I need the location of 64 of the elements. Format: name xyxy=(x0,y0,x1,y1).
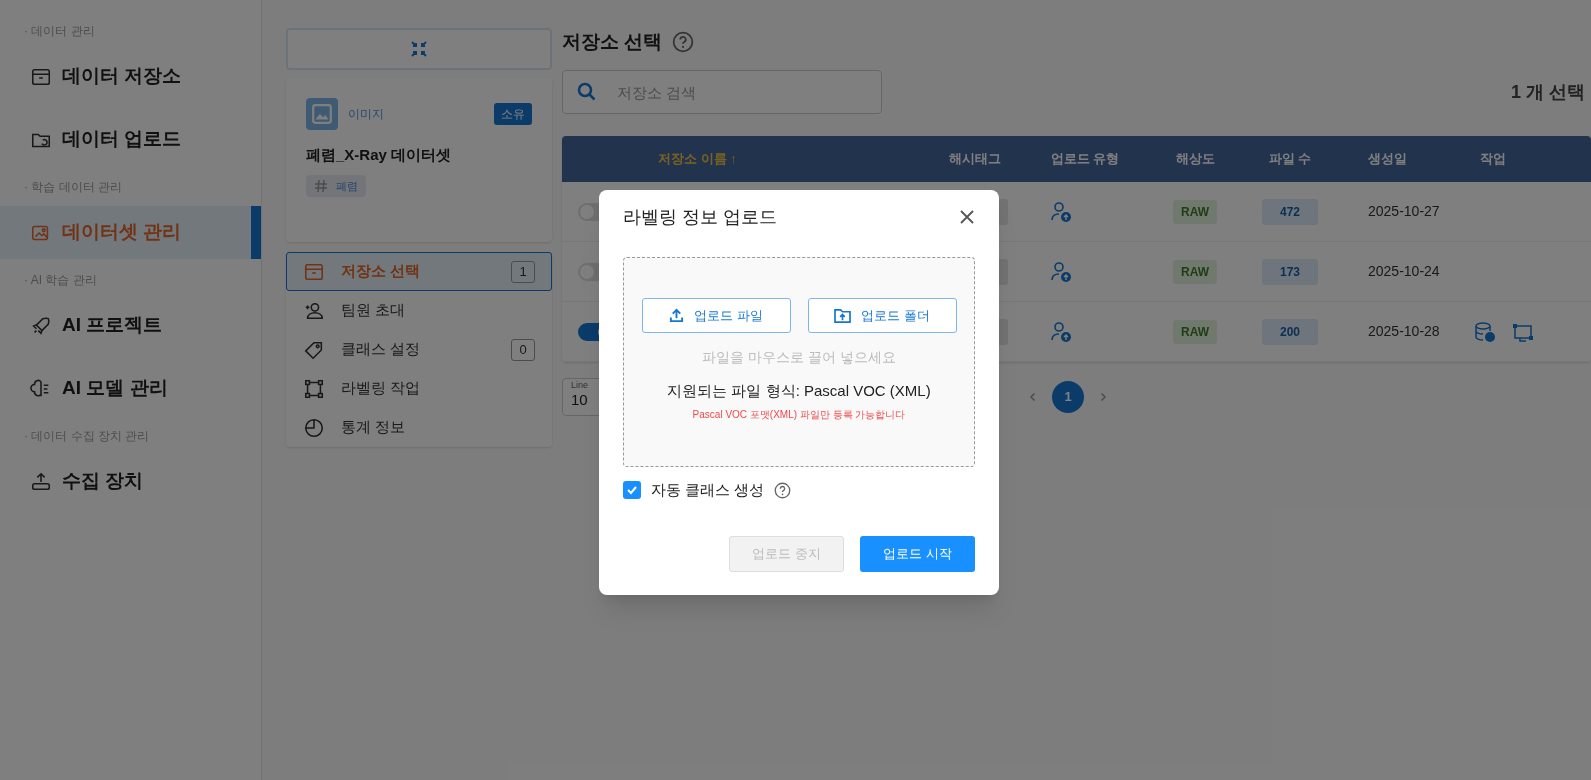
image-type-icon xyxy=(306,98,338,130)
user-upload-icon xyxy=(1050,320,1072,343)
dialog-button[interactable]: 업로드 시작 xyxy=(860,535,975,572)
drop-hint: 파일을 마우스로 끌어 넣으세요 xyxy=(702,348,896,367)
column-header: 업로드 유형 xyxy=(1049,150,1121,169)
checkbox-label: 자동 클래스 생성 xyxy=(651,480,765,500)
upload-icon xyxy=(30,470,52,493)
step-item[interactable]: 라벨링 작업 xyxy=(286,369,552,408)
column-header: 파일 수 xyxy=(1267,150,1313,169)
folder-upload-icon xyxy=(834,308,852,323)
column-header: 해시태그 xyxy=(948,150,1002,169)
collapse-icon xyxy=(409,39,429,59)
step-item[interactable]: 통계 정보 xyxy=(286,408,552,447)
nav-item[interactable]: 수집 장치 xyxy=(0,455,261,508)
nav-item[interactable]: AI 모델 관리 xyxy=(0,362,261,415)
database-icon[interactable] xyxy=(1474,320,1496,343)
next-page-icon[interactable] xyxy=(1098,392,1108,402)
pie-chart-icon xyxy=(303,416,325,439)
file-count-badge: 472 xyxy=(1262,198,1318,225)
column-header: 해상도 xyxy=(1174,150,1216,169)
check-icon xyxy=(626,484,638,497)
file-count-badge: 173 xyxy=(1262,258,1318,285)
checkbox[interactable] xyxy=(623,481,641,500)
count-badge: 0 xyxy=(511,338,535,361)
user-upload-icon xyxy=(1050,200,1072,223)
format-warning: Pascal VOC 포맷(XML) 파일만 등록 가능합니다 xyxy=(692,407,906,422)
previous-page-icon[interactable] xyxy=(1028,392,1038,402)
owner-badge: 소유 xyxy=(494,103,532,125)
column-header: 생성일 xyxy=(1367,150,1408,169)
hashtag-chip: 폐렴 xyxy=(306,174,366,197)
selection-count: 1 개 선택 xyxy=(1511,80,1586,104)
file-count-badge: 200 xyxy=(1262,318,1318,345)
dataset-type: 이미지 xyxy=(348,106,385,123)
step-item[interactable]: 클래스 설정 0 xyxy=(286,330,552,369)
nav-item[interactable]: 데이터 저장소 xyxy=(0,50,261,103)
count-badge: 1 xyxy=(511,260,535,283)
column-header: 작업 xyxy=(1479,150,1507,169)
table-cell-text: 2025-10-27 xyxy=(1367,202,1440,221)
table-cell-text: 2025-10-24 xyxy=(1367,262,1440,281)
page-button[interactable]: 1 xyxy=(1052,381,1084,413)
lines-select[interactable]: Line 10 xyxy=(562,378,602,416)
resolution-badge: RAW xyxy=(1173,259,1217,284)
dialog-title: 라벨링 정보 업로드 xyxy=(623,205,777,229)
resolution-badge: RAW xyxy=(1173,319,1217,344)
upload-file-button[interactable]: 업로드 파일 xyxy=(641,298,791,333)
step-item[interactable]: 팀원 초대 xyxy=(286,291,552,330)
search-icon xyxy=(577,82,597,102)
upload-icon xyxy=(669,308,685,323)
frame-icon xyxy=(303,377,325,400)
dataset-name: 폐렴_X-Ray 데이터셋 xyxy=(306,145,453,165)
nav-item[interactable]: AI 프로젝트 xyxy=(0,299,261,352)
hash-icon xyxy=(314,178,328,193)
page-title: 저장소 선택 xyxy=(562,29,663,54)
help-icon[interactable] xyxy=(672,31,695,53)
close-icon[interactable] xyxy=(959,209,975,225)
supported-formats: 지원되는 파일 형식: Pascal VOC (XML) xyxy=(667,381,931,401)
upload-folder-button[interactable]: 업로드 폴더 xyxy=(807,298,957,333)
help-icon[interactable] xyxy=(774,481,792,499)
nav-item[interactable]: 데이터 업로드 xyxy=(0,113,261,166)
table-cell-text: 2025-10-28 xyxy=(1367,322,1440,341)
rocket-icon xyxy=(30,314,52,337)
resolution-badge: RAW xyxy=(1173,199,1217,224)
step-item[interactable]: 저장소 선택 1 xyxy=(286,252,552,291)
user-upload-icon xyxy=(1050,260,1072,283)
